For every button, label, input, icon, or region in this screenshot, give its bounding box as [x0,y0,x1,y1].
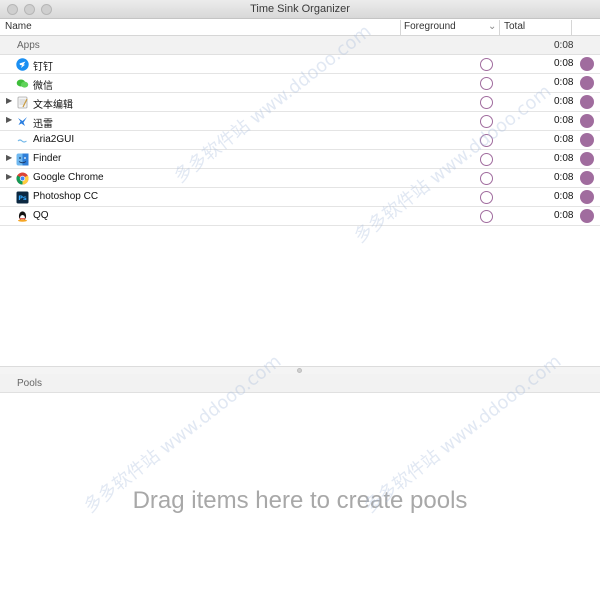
foreground-indicator[interactable] [480,210,493,223]
total-indicator[interactable] [580,57,594,71]
list-item[interactable]: ▶ 文本编辑 0:08 [0,93,600,112]
foreground-indicator[interactable] [480,77,493,90]
app-name: Finder [33,153,62,164]
total-indicator[interactable] [580,190,594,204]
app-name: 文本编辑 [33,100,73,111]
dingtalk-icon [16,58,29,71]
column-name[interactable]: Name [5,21,32,32]
column-divider[interactable] [400,20,401,35]
app-name: 迅雷 [33,119,53,130]
xunlei-icon [16,115,29,128]
app-total: 0:08 [554,153,574,164]
chrome-icon [16,172,29,185]
chevron-down-icon[interactable]: ⌄ [488,21,496,32]
total-indicator[interactable] [580,114,594,128]
app-total: 0:08 [554,210,574,221]
list-item[interactable]: 钉钉 0:08 [0,55,600,74]
split-view-divider[interactable] [0,366,600,374]
total-indicator[interactable] [580,133,594,147]
app-name: Google Chrome [33,172,104,183]
title-bar: Time Sink Organizer [0,0,600,19]
list-item[interactable]: ▶ Google Chrome 0:08 [0,169,600,188]
app-total: 0:08 [554,172,574,183]
list-item[interactable]: ▶ Finder 0:08 [0,150,600,169]
pools-group-header[interactable]: Pools [0,374,600,393]
list-item[interactable]: 微信 0:08 [0,74,600,93]
column-divider[interactable] [571,20,572,35]
app-total: 0:08 [554,191,574,202]
column-foreground[interactable]: Foreground [404,21,456,32]
total-indicator[interactable] [580,95,594,109]
column-total[interactable]: Total [504,21,525,32]
apps-list: 钉钉 0:08 微信 0:08 ▶ 文本编辑 0:08 ▶ 迅雷 0:08 Ar… [0,55,600,226]
app-name: Photoshop CC [33,191,99,202]
column-header: Name Foreground ⌄ Total [0,19,600,36]
list-item[interactable]: Aria2GUI 0:08 [0,131,600,150]
pools-empty-message: Drag items here to create pools [132,487,468,514]
total-indicator[interactable] [580,171,594,185]
qq-icon [16,210,29,223]
app-name: QQ [33,210,49,221]
window-title: Time Sink Organizer [250,3,350,15]
total-indicator[interactable] [580,76,594,90]
pools-group-title: Pools [17,378,43,389]
foreground-indicator[interactable] [480,115,493,128]
app-window: Time Sink Organizer Name Foreground ⌄ To… [0,0,600,616]
app-name: Aria2GUI [33,134,75,145]
pools-drop-zone[interactable]: Drag items here to create pools [0,393,600,616]
disclosure-triangle-icon[interactable]: ▶ [6,115,12,124]
foreground-indicator[interactable] [480,191,493,204]
splitter-grip-icon[interactable] [297,368,302,373]
app-name: 钉钉 [33,62,53,73]
foreground-indicator[interactable] [480,134,493,147]
apps-group-total: 0:08 [554,40,574,51]
app-name: 微信 [33,81,53,92]
foreground-indicator[interactable] [480,172,493,185]
app-total: 0:08 [554,134,574,145]
app-total: 0:08 [554,58,574,69]
apps-group-title: Apps [17,40,40,51]
finder-icon [16,153,29,166]
list-item[interactable]: Ps Photoshop CC 0:08 [0,188,600,207]
total-indicator[interactable] [580,209,594,223]
disclosure-triangle-icon[interactable]: ▶ [6,96,12,105]
disclosure-triangle-icon[interactable]: ▶ [6,172,12,181]
textedit-icon [16,96,29,109]
svg-text:Ps: Ps [18,194,27,202]
app-total: 0:08 [554,96,574,107]
total-indicator[interactable] [580,152,594,166]
foreground-indicator[interactable] [480,153,493,166]
foreground-indicator[interactable] [480,58,493,71]
photoshop-icon: Ps [16,191,29,204]
list-item[interactable]: QQ 0:08 [0,207,600,226]
app-total: 0:08 [554,115,574,126]
app-total: 0:08 [554,77,574,88]
list-item[interactable]: ▶ 迅雷 0:08 [0,112,600,131]
aria2gui-icon [16,134,29,147]
foreground-indicator[interactable] [480,96,493,109]
column-divider[interactable] [499,20,500,35]
apps-group-header[interactable]: Apps 0:08 [0,36,600,55]
wechat-icon [16,77,29,90]
disclosure-triangle-icon[interactable]: ▶ [6,153,12,162]
